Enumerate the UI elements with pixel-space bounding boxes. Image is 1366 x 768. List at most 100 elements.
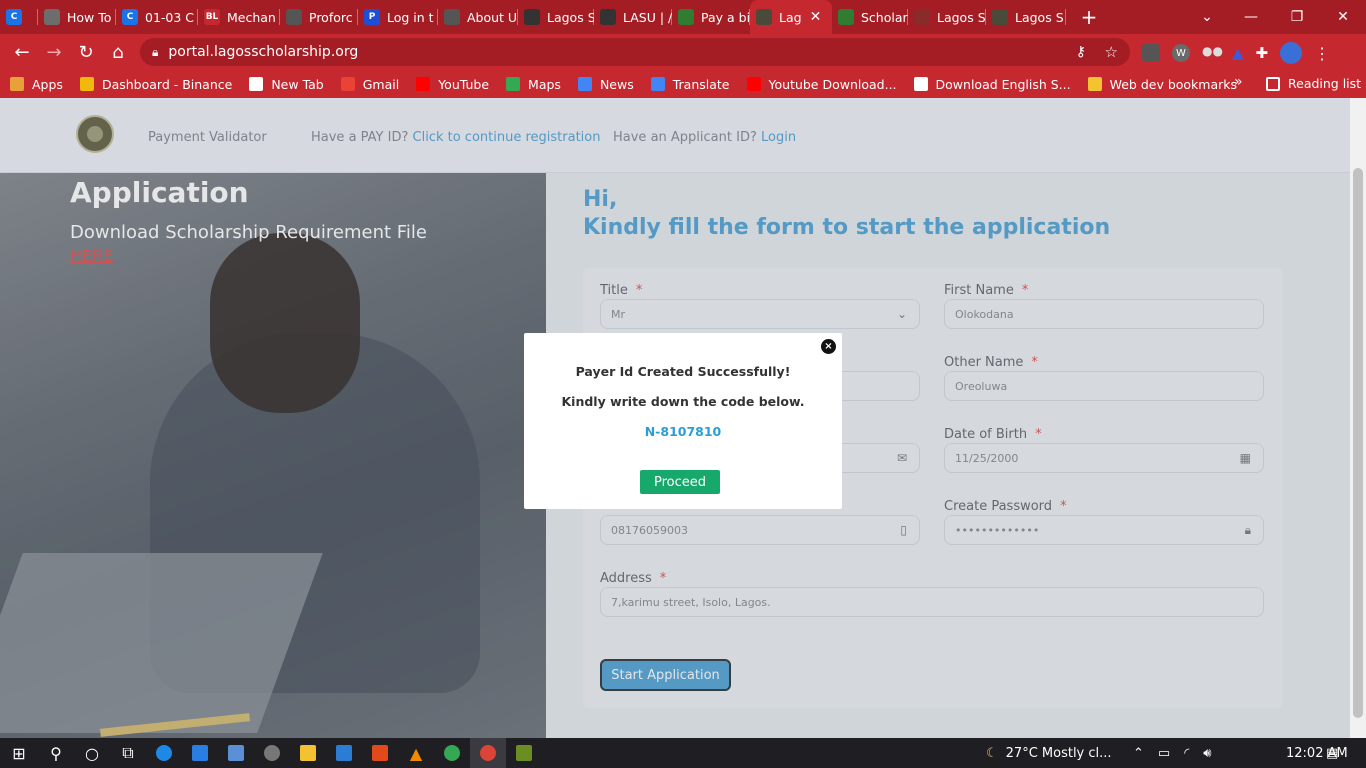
vlc-icon[interactable]: ▲ xyxy=(398,738,434,768)
weather-text: 27°C Mostly cl... xyxy=(1005,745,1112,761)
new-tab-icon[interactable]: + xyxy=(1074,0,1104,34)
tab-favicon-icon xyxy=(838,9,854,25)
windows-taskbar: ⊞ ⚲ ○ ⧉ ▲ ☾ 27°C Mostly cl... ⌃ ▭ ◜ 🔊︎ 1… xyxy=(0,738,1366,768)
tab-title: Log in t xyxy=(387,9,434,25)
battery-icon[interactable]: ▭ xyxy=(1158,746,1170,761)
search-icon[interactable]: ⚲ xyxy=(38,738,74,768)
browser-tab[interactable]: C 01-03 C xyxy=(116,0,198,34)
browser-tab-strip: C How To C 01-03 C BL Mechan Proforc P Log in t A… xyxy=(0,0,1366,34)
chevron-up-icon[interactable]: ⌃ xyxy=(1133,746,1144,761)
browser-tab[interactable]: Pay a bi xyxy=(672,0,750,34)
browser-tab[interactable]: BL Mechan xyxy=(198,0,280,34)
profile-avatar-icon[interactable] xyxy=(1280,42,1303,64)
tab-favicon-icon xyxy=(678,9,694,25)
browser-tab[interactable]: P Log in t xyxy=(358,0,438,34)
weather-widget[interactable]: ☾ 27°C Mostly cl... xyxy=(986,738,1112,768)
task-view-icon[interactable]: ⧉ xyxy=(110,738,146,768)
tab-title: Pay a bi xyxy=(701,9,750,25)
app-icon[interactable] xyxy=(506,738,542,768)
cortana-icon[interactable]: ○ xyxy=(74,738,110,768)
bookmark-item[interactable]: Translate xyxy=(650,77,730,92)
page-scrollbar[interactable] xyxy=(1350,98,1366,738)
documents-icon[interactable] xyxy=(326,738,362,768)
browser-tab[interactable]: Lagos S xyxy=(986,0,1066,34)
mail-icon[interactable] xyxy=(182,738,218,768)
bookmarks-overflow-icon[interactable]: » xyxy=(1234,74,1243,90)
extensions-puzzle-icon[interactable]: ✚ xyxy=(1256,44,1269,62)
modal-close-icon[interactable]: × xyxy=(821,339,836,354)
store-icon[interactable] xyxy=(218,738,254,768)
chrome-active-icon[interactable] xyxy=(470,738,506,768)
bookmark-item[interactable]: Dashboard - Binance xyxy=(79,77,232,92)
dots-extension-icon[interactable]: ●● xyxy=(1202,44,1223,62)
bookmark-label: News xyxy=(599,76,634,92)
window-close-icon[interactable]: ✕ xyxy=(1320,0,1366,34)
triangle-extension-icon[interactable]: ▲ xyxy=(1232,44,1244,62)
bookmark-item[interactable]: Youtube Download... xyxy=(746,77,897,92)
browser-tab[interactable]: About U xyxy=(438,0,518,34)
minimize-icon[interactable]: — xyxy=(1228,0,1274,34)
file-explorer-icon[interactable] xyxy=(290,738,326,768)
bookmark-label: Download English S... xyxy=(935,76,1071,92)
browser-tab[interactable]: Proforc xyxy=(280,0,358,34)
volume-icon[interactable]: 🔊︎ xyxy=(1203,746,1211,761)
home-icon[interactable]: ⌂ xyxy=(102,36,134,68)
wifi-icon[interactable]: ◜ xyxy=(1184,746,1189,761)
forward-icon[interactable]: → xyxy=(38,36,70,68)
bookmark-item[interactable]: Apps xyxy=(10,77,63,92)
proceed-button[interactable]: Proceed xyxy=(640,470,720,494)
browser-tab[interactable]: Lagos S xyxy=(518,0,594,34)
modal-success-message: Payer Id Created Successfully! xyxy=(575,364,791,379)
tab-favicon-icon: BL xyxy=(204,9,220,25)
tab-title: How To xyxy=(67,9,112,25)
bookmark-item[interactable]: Gmail xyxy=(340,77,399,92)
tab-favicon-icon: P xyxy=(364,9,380,25)
bookmark-item[interactable]: YouTube xyxy=(416,77,489,92)
tab-title: Mechan xyxy=(227,9,276,25)
bookmark-item[interactable]: New Tab xyxy=(249,77,324,92)
chrome-icon[interactable] xyxy=(434,738,470,768)
tab-title: Lagos S xyxy=(937,9,986,25)
bookmark-star-icon[interactable]: ☆ xyxy=(1105,43,1118,61)
media-player-icon[interactable] xyxy=(254,738,290,768)
bookmark-icon xyxy=(577,77,592,91)
browser-tab[interactable]: C xyxy=(0,0,38,34)
windows-start-icon[interactable]: ⊞ xyxy=(0,738,38,768)
reading-list-label: Reading list xyxy=(1288,76,1362,91)
bookmark-item[interactable]: Web dev bookmarks xyxy=(1087,77,1237,92)
restore-icon[interactable]: ❐ xyxy=(1274,0,1320,34)
bookmarks-bar: Apps Dashboard - Binance New Tab Gmail YouTu… xyxy=(0,70,1366,98)
menu-kebab-icon[interactable]: ⋮ xyxy=(1314,44,1330,63)
back-icon[interactable]: ← xyxy=(6,36,38,68)
bookmark-item[interactable]: Maps xyxy=(506,77,561,92)
address-bar[interactable]: 🔒︎ portal.lagosscholarship.org ⚷ ☆ xyxy=(140,38,1130,66)
reload-icon[interactable]: ↻ xyxy=(70,36,102,68)
tab-favicon-icon xyxy=(444,9,460,25)
browser-tab[interactable]: Lag ✕ xyxy=(750,0,832,34)
reading-list-button[interactable]: Reading list xyxy=(1266,76,1361,91)
bookmark-item[interactable]: News xyxy=(577,76,634,92)
browser-tab[interactable]: How To xyxy=(38,0,116,34)
tab-title: About U xyxy=(467,9,518,25)
tab-close-icon[interactable]: ✕ xyxy=(810,9,822,25)
key-icon[interactable]: ⚷ xyxy=(1076,44,1086,60)
bookmark-label: Maps xyxy=(528,76,561,92)
bookmark-icon xyxy=(650,77,665,91)
notifications-icon[interactable]: ▤ xyxy=(1326,738,1338,768)
bookmark-icon xyxy=(79,77,94,91)
bookmark-item[interactable]: Download English S... xyxy=(913,76,1071,92)
browser-tab[interactable]: Lagos S xyxy=(908,0,986,34)
clock[interactable]: 12:02 AM xyxy=(1286,738,1348,768)
office-icon[interactable] xyxy=(362,738,398,768)
tab-search-icon[interactable]: ⌄ xyxy=(1184,0,1230,34)
tab-title: 01-03 C xyxy=(145,9,195,25)
w-extension-icon[interactable]: W xyxy=(1172,44,1190,62)
bookmark-label: Apps xyxy=(32,76,63,92)
tab-favicon-icon xyxy=(992,9,1008,25)
browser-tab[interactable]: LASU | / xyxy=(594,0,672,34)
tab-title: Lagos S xyxy=(547,9,594,25)
download-extension-icon[interactable] xyxy=(1142,44,1160,62)
scrollbar-thumb[interactable] xyxy=(1353,168,1363,718)
edge-icon[interactable] xyxy=(146,738,182,768)
browser-tab[interactable]: Scholar xyxy=(832,0,908,34)
